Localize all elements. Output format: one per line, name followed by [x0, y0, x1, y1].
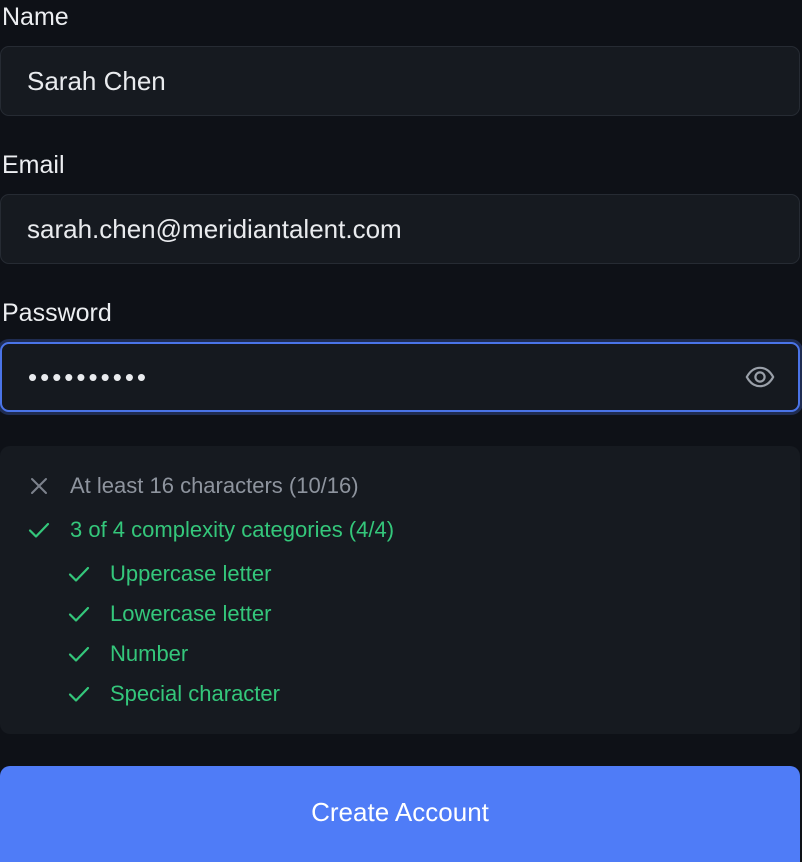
- requirement-complexity-text: 3 of 4 complexity categories (4/4): [70, 517, 395, 542]
- requirement-uppercase-text: Uppercase letter: [110, 561, 272, 586]
- password-label: Password: [2, 299, 112, 327]
- requirement-uppercase: Uppercase letter: [67, 560, 271, 588]
- create-account-button[interactable]: Create Account: [0, 766, 800, 862]
- email-label: Email: [2, 151, 65, 179]
- requirement-special: Special character: [67, 680, 280, 708]
- requirement-length: At least 16 characters (10/16): [27, 472, 359, 500]
- requirement-number-text: Number: [110, 641, 189, 666]
- check-icon: [67, 682, 91, 706]
- signup-form: Name Email Password At least 16 characte…: [0, 0, 802, 862]
- password-field-container[interactable]: [0, 342, 800, 412]
- x-icon: [27, 474, 51, 498]
- password-input[interactable]: [28, 357, 742, 397]
- requirement-special-text: Special character: [110, 681, 280, 706]
- email-input[interactable]: [27, 209, 773, 249]
- email-field-container[interactable]: [0, 194, 800, 264]
- name-field-container[interactable]: [0, 46, 800, 116]
- requirement-number: Number: [67, 640, 188, 668]
- requirement-length-text: At least 16 characters (10/16): [70, 473, 359, 498]
- check-icon: [67, 642, 91, 666]
- name-input[interactable]: [27, 61, 773, 101]
- check-icon: [27, 518, 51, 542]
- eye-icon[interactable]: [742, 359, 778, 395]
- name-label: Name: [2, 3, 69, 31]
- check-icon: [67, 562, 91, 586]
- requirement-complexity: 3 of 4 complexity categories (4/4): [27, 516, 394, 544]
- requirement-lowercase-text: Lowercase letter: [110, 601, 272, 626]
- password-requirements-panel: At least 16 characters (10/16) 3 of 4 co…: [0, 446, 800, 734]
- check-icon: [67, 602, 91, 626]
- requirement-lowercase: Lowercase letter: [67, 600, 271, 628]
